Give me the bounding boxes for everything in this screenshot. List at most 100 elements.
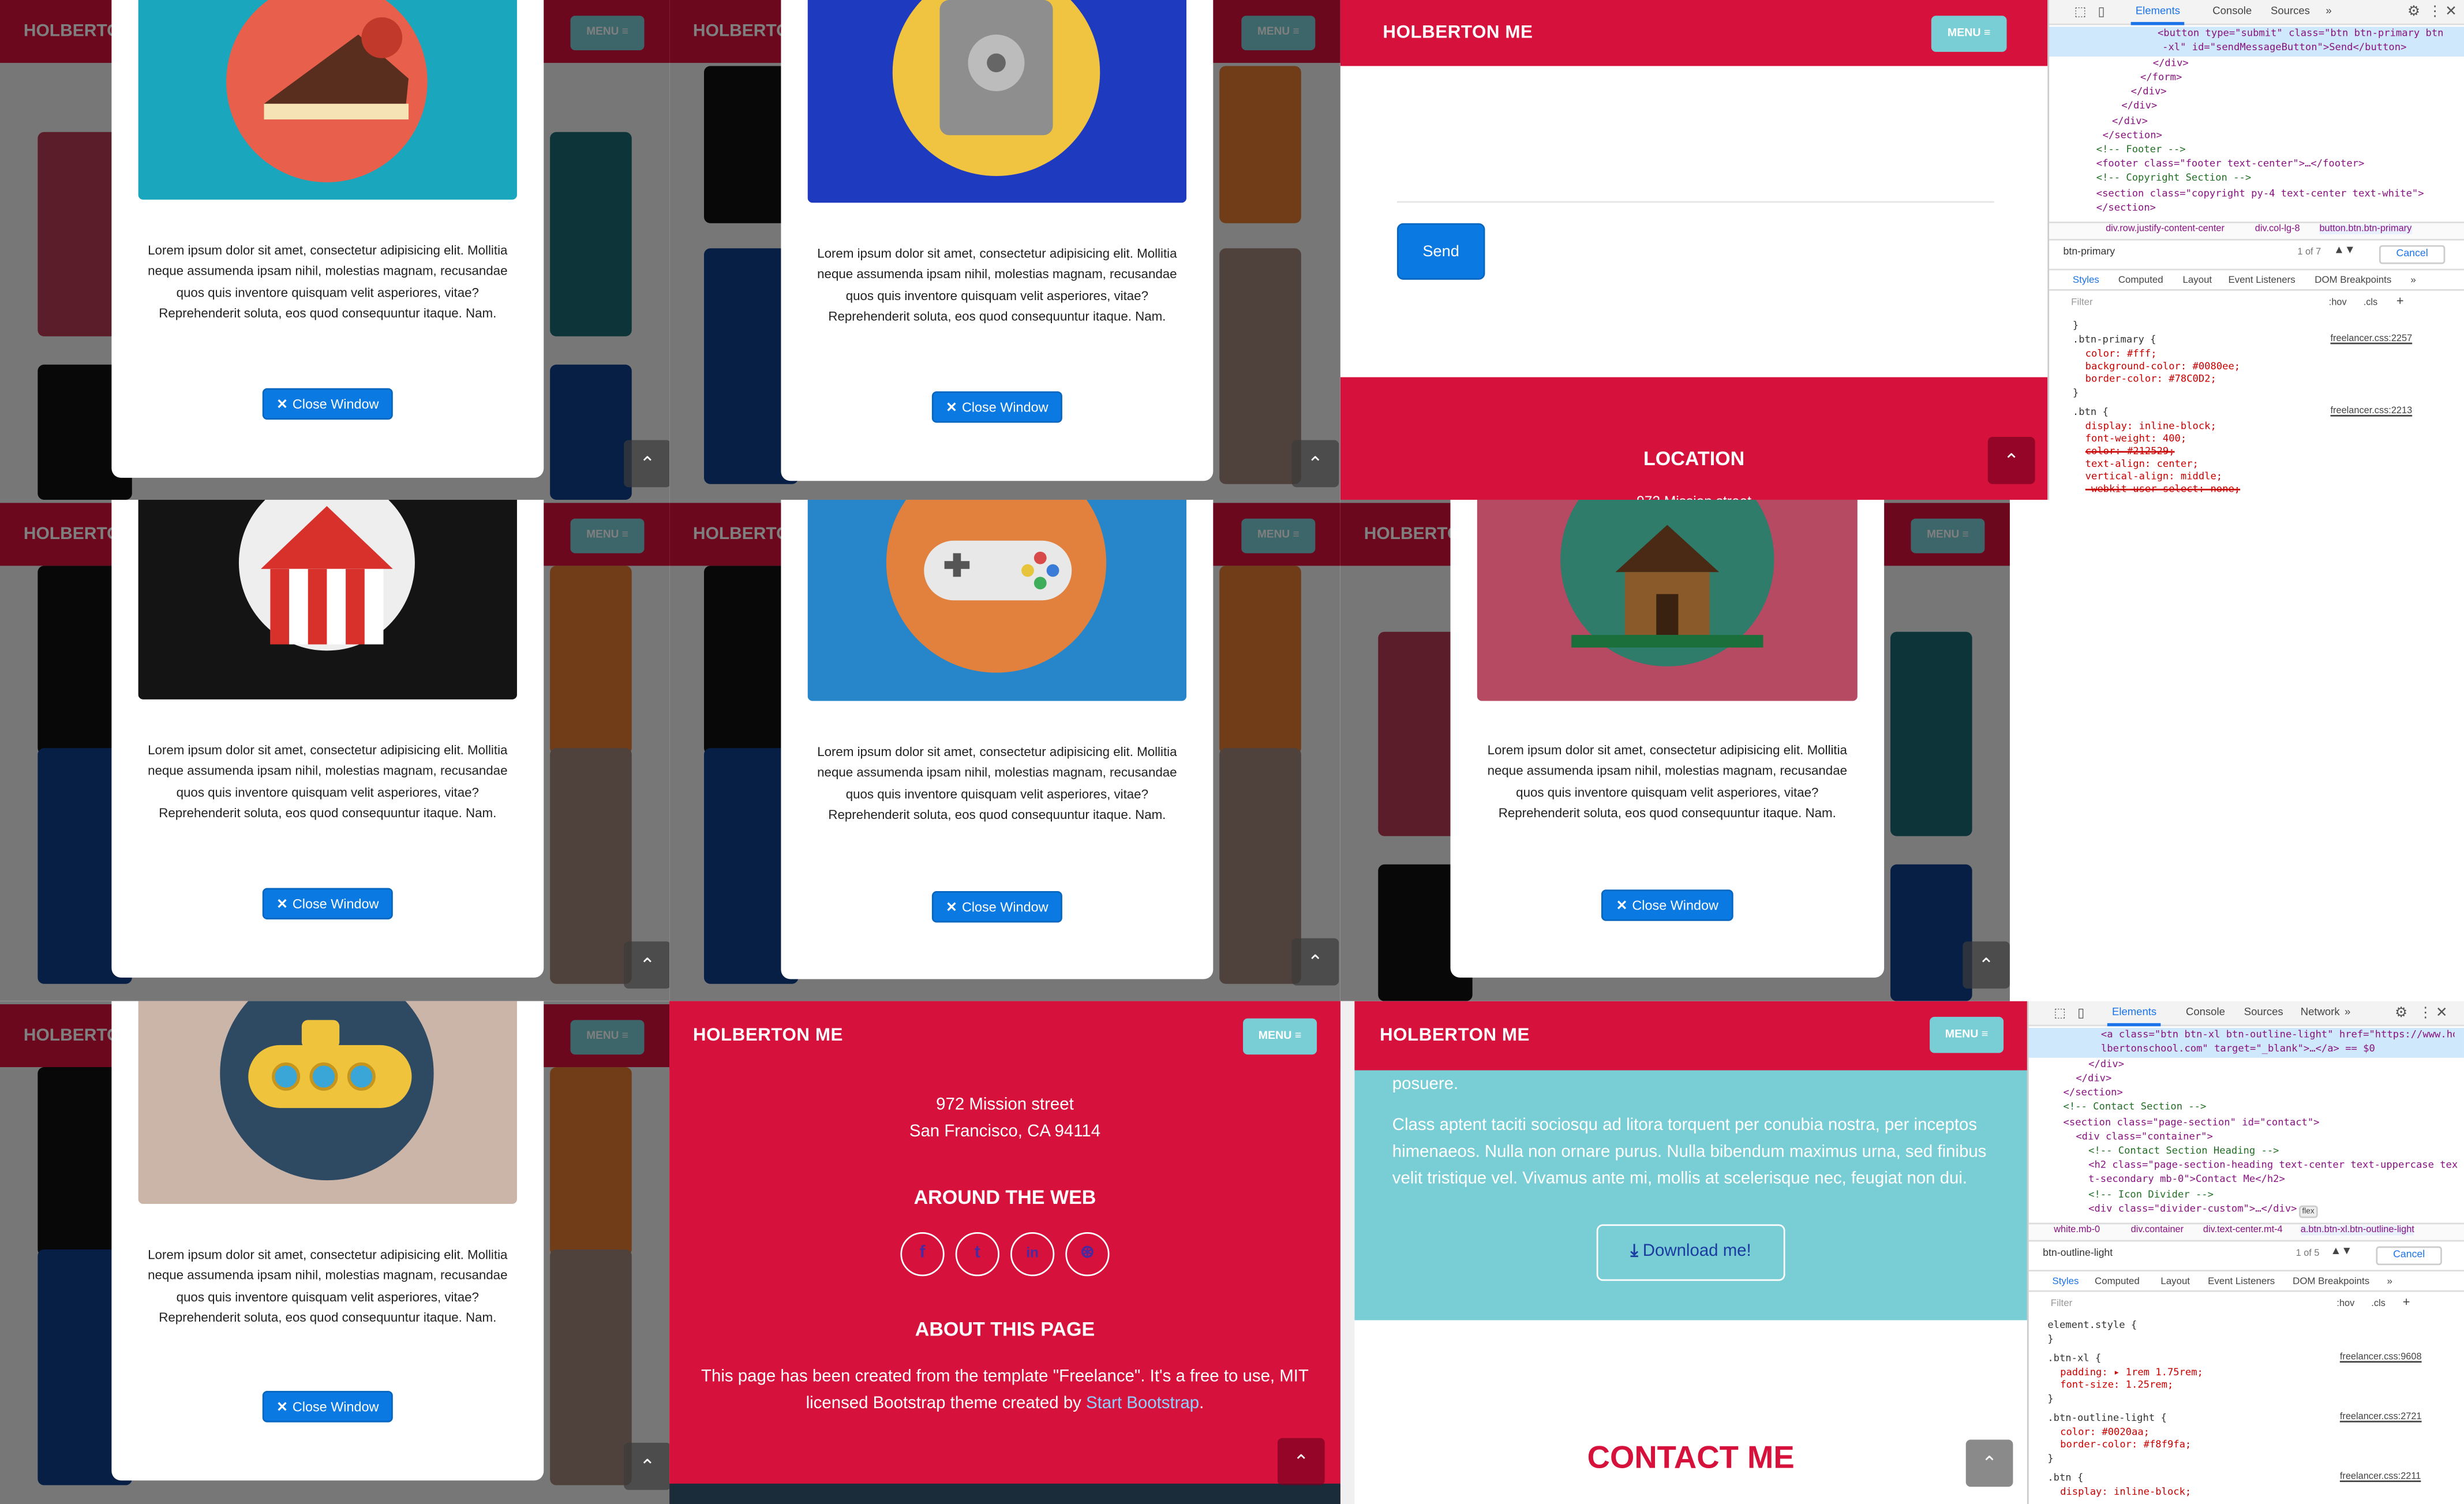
gear-icon[interactable]: ⚙ (2407, 3, 2420, 20)
css-source-link[interactable]: freelancer.css:2211 (2340, 1473, 2421, 1482)
search-cancel-button[interactable]: Cancel (2379, 245, 2446, 264)
search-cancel-button[interactable]: Cancel (2376, 1246, 2442, 1266)
subtab-more[interactable]: » (2387, 1276, 2392, 1287)
dom-line[interactable]: </section> (2096, 203, 2156, 214)
css-line[interactable]: vertical-align: middle; (2085, 472, 2222, 482)
device-icon[interactable]: ▯ (2098, 5, 2104, 19)
dom-line[interactable]: <div class="container"> (2076, 1132, 2212, 1143)
tab-network[interactable]: Network (2301, 1008, 2340, 1019)
css-line[interactable]: border-color: #f8f9fa; (2060, 1439, 2191, 1450)
css-line[interactable]: .btn { (2047, 1473, 2083, 1484)
subtab-event-listeners[interactable]: Event Listeners (2228, 275, 2295, 286)
page-scrollbar[interactable] (1340, 1001, 1355, 1504)
dom-line[interactable]: t-secondary mb-0">Contact Me</h2> (2088, 1174, 2458, 1185)
search-prev-next-icon[interactable]: ▲▼ (2331, 1246, 2353, 1257)
subtab-styles[interactable]: Styles (2052, 1276, 2079, 1287)
device-icon[interactable]: ▯ (2077, 1006, 2084, 1020)
dom-line[interactable]: </div> (2153, 58, 2189, 69)
css-line[interactable]: text-align: center; (2085, 459, 2199, 470)
styles-filter-input[interactable]: Filter (2051, 1298, 2286, 1314)
breadcrumb-item[interactable]: div.col-lg-8 (2255, 225, 2300, 234)
subtab-dom-breakpoints[interactable]: DOM Breakpoints (2293, 1276, 2369, 1287)
css-line[interactable]: element.style { (2047, 1320, 2137, 1331)
dom-line[interactable]: lbertonschool.com" target="_blank">…</a>… (2101, 1043, 2455, 1054)
subtab-layout[interactable]: Layout (2183, 275, 2212, 286)
close-devtools-icon[interactable]: ✕ (2436, 1004, 2448, 1022)
cls-toggle[interactable]: .cls (2371, 1300, 2386, 1309)
dom-line[interactable]: </div> (2088, 1059, 2124, 1070)
dom-line[interactable]: <section class="copyright py-4 text-cent… (2096, 189, 2458, 200)
add-rule-icon[interactable]: + (2396, 294, 2404, 308)
css-line[interactable]: padding: ▸ 1rem 1.75rem; (2060, 1367, 2203, 1378)
css-line[interactable]: .btn-xl { (2047, 1353, 2101, 1364)
css-line[interactable]: .btn-outline-light { (2047, 1413, 2166, 1424)
css-line[interactable]: color: #fff; (2085, 349, 2157, 360)
dom-search-input[interactable]: btn-primary (2058, 247, 2319, 264)
dom-line[interactable]: <div class="divider-custom">…</div> (2088, 1204, 2297, 1215)
menu-button[interactable]: MENU ≡ (1930, 1016, 2004, 1053)
start-bootstrap-link[interactable]: Start Bootstrap (1086, 1394, 1199, 1413)
css-line[interactable]: .btn { (2073, 407, 2109, 418)
scroll-to-top-button[interactable]: ⌃ (624, 1442, 670, 1490)
navbar-brand[interactable]: HOLBERTON ME (1380, 1026, 1530, 1045)
inspect-icon[interactable]: ⬚ (2054, 1006, 2066, 1020)
dom-line[interactable]: -xl" id="sendMessageButton">Send</button… (2162, 43, 2461, 54)
css-line[interactable]: color: #212529; (2085, 446, 2175, 457)
css-source-link[interactable]: freelancer.css:2213 (2331, 407, 2413, 416)
dom-line[interactable]: <section class="page-section" id="contac… (2064, 1117, 2456, 1128)
gear-icon[interactable]: ⚙ (2395, 1004, 2407, 1022)
subtab-styles[interactable]: Styles (2073, 275, 2099, 286)
dom-line[interactable]: <footer class="footer text-center">…</fo… (2096, 159, 2458, 170)
css-line[interactable]: display: inline-block; (2060, 1487, 2191, 1498)
css-source-link[interactable]: freelancer.css:2721 (2340, 1413, 2422, 1422)
breadcrumb-item[interactable]: a.btn.btn-xl.btn-outline-light (2300, 1226, 2414, 1236)
close-window-button[interactable]: ✕ Close Window (262, 1391, 393, 1423)
tab-console[interactable]: Console (2186, 1008, 2225, 1019)
scroll-to-top-button[interactable]: ⌃ (1291, 440, 1339, 488)
breadcrumb-item[interactable]: div.container (2131, 1226, 2184, 1235)
close-window-button[interactable]: ✕ Close Window (931, 891, 1062, 923)
search-prev-next-icon[interactable]: ▲▼ (2334, 245, 2356, 256)
subtab-computed[interactable]: Computed (2118, 275, 2163, 286)
add-rule-icon[interactable]: + (2403, 1295, 2410, 1310)
send-button[interactable]: Send (1396, 223, 1485, 280)
tab-elements[interactable]: Elements (2112, 1008, 2156, 1019)
subtab-event-listeners[interactable]: Event Listeners (2208, 1276, 2275, 1287)
close-window-button[interactable]: ✕ Close Window (262, 388, 393, 420)
subtab-computed[interactable]: Computed (2095, 1276, 2140, 1287)
hov-toggle[interactable]: :hov (2329, 298, 2347, 308)
css-line[interactable]: font-size: 1.25rem; (2060, 1380, 2173, 1391)
scroll-to-top-button[interactable]: ⌃ (1963, 941, 2010, 989)
subtab-dom-breakpoints[interactable]: DOM Breakpoints (2315, 275, 2391, 286)
close-window-button[interactable]: ✕ Close Window (1601, 889, 1733, 921)
linkedin-icon[interactable]: in (1010, 1232, 1055, 1277)
dom-line[interactable]: </section> (2064, 1087, 2123, 1098)
subtab-layout[interactable]: Layout (2160, 1276, 2190, 1287)
css-line[interactable]: border-color: #78C0D2; (2085, 374, 2216, 385)
tab-sources[interactable]: Sources (2244, 1008, 2283, 1019)
styles-filter-input[interactable]: Filter (2071, 297, 2306, 313)
css-source-link[interactable]: freelancer.css:2257 (2331, 335, 2413, 344)
css-line[interactable]: .btn-primary { (2073, 335, 2156, 346)
tab-console[interactable]: Console (2212, 6, 2252, 17)
kebab-menu-icon[interactable]: ⋮ (2418, 1004, 2433, 1022)
css-line[interactable]: color: #0020aa; (2060, 1427, 2150, 1438)
flex-badge[interactable]: flex (2299, 1205, 2318, 1218)
close-window-button[interactable]: ✕ Close Window (262, 888, 393, 920)
tab-elements[interactable]: Elements (2136, 6, 2180, 17)
css-source-link[interactable]: freelancer.css:9608 (2340, 1353, 2422, 1363)
breadcrumb-item[interactable]: div.text-center.mt-4 (2203, 1226, 2283, 1235)
dom-line[interactable]: <a class="btn btn-xl btn-outline-light" … (2101, 1030, 2455, 1041)
dom-search-input[interactable]: btn-outline-light (2038, 1248, 2290, 1265)
facebook-icon[interactable]: f (900, 1232, 945, 1277)
cls-toggle[interactable]: .cls (2364, 298, 2378, 308)
subtab-more[interactable]: » (2410, 275, 2416, 286)
dom-line[interactable]: <!-- Contact Section --> (2064, 1102, 2207, 1113)
scroll-to-top-button[interactable]: ⌃ (1277, 1438, 1325, 1486)
dom-line[interactable]: <!-- Contact Section Heading --> (2088, 1146, 2279, 1157)
dom-line[interactable]: </form> (2140, 72, 2182, 83)
hov-toggle[interactable]: :hov (2336, 1300, 2354, 1309)
twitter-icon[interactable]: t (955, 1232, 999, 1277)
tab-more[interactable]: » (2326, 6, 2331, 17)
dom-line[interactable]: </section> (2103, 130, 2162, 141)
